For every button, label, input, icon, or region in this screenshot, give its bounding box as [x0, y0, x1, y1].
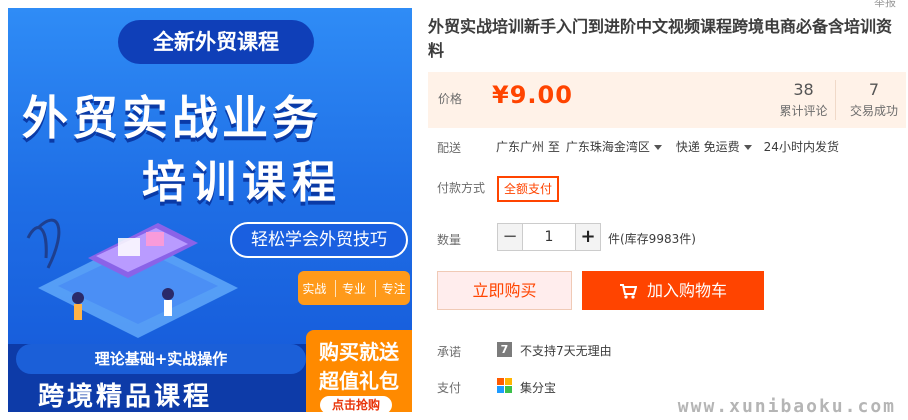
image-bottom-line2: 跨境精品课程: [38, 382, 213, 412]
price-box: 价格 ¥9.00 38 累计评论 7 交易成功: [428, 72, 906, 128]
price-label: 价格: [438, 92, 463, 106]
chevron-down-icon: [743, 145, 752, 150]
image-tags: 实战 专业 专注: [298, 271, 410, 305]
image-gift-badge: 购买就送 超值礼包 点击抢购: [306, 330, 412, 412]
delivery-to: 广东珠海金湾区: [565, 140, 650, 154]
image-tag: 专注: [374, 279, 406, 297]
gift-line2: 超值礼包: [319, 369, 399, 393]
payment-label: 付款方式: [437, 181, 486, 195]
quantity-label: 数量: [437, 233, 462, 247]
gift-line1: 购买就送: [319, 340, 399, 364]
pay-service-text: 集分宝: [520, 381, 557, 395]
delivery-time: 24小时内发货: [763, 140, 839, 154]
delivery-row: 广东广州 至 广东珠海金湾区 快递 免运费 24小时内发货: [496, 138, 839, 155]
seven-day-icon: 7: [497, 342, 512, 357]
quantity-plus-button[interactable]: +: [575, 223, 601, 251]
delivery-destination[interactable]: 广东珠海金湾区: [566, 138, 662, 155]
quantity-minus-button[interactable]: −: [497, 223, 523, 251]
delivery-method: 快递 免运费: [675, 140, 740, 154]
product-main-image[interactable]: 全新外贸课程 外贸实战业务 培训课程 轻松学会外贸技巧 实战 专业 专注 理论基…: [8, 8, 412, 412]
jifenbao-icon: [497, 378, 512, 393]
report-link[interactable]: 举报: [874, 0, 896, 10]
delivery-label: 配送: [437, 141, 462, 155]
image-top-banner: 全新外贸课程: [118, 20, 314, 64]
deals-stat: 7 交易成功: [842, 80, 906, 120]
deals-count: 7: [868, 80, 880, 99]
product-title: 外贸实战培训新手入门到进阶中文视频课程跨境电商必备含培训资料: [428, 17, 893, 60]
image-tag: 实战: [302, 281, 327, 296]
image-title-line1: 外贸实战业务: [22, 91, 322, 145]
cart-icon: [619, 283, 637, 299]
isometric-illustration: [26, 218, 238, 338]
reviews-label: 累计评论: [779, 104, 828, 118]
image-tag: 专业: [334, 279, 366, 297]
quantity-input[interactable]: 1: [523, 223, 575, 251]
add-to-cart-label: 加入购物车: [646, 281, 727, 300]
delivery-from: 广东广州 至: [496, 140, 560, 154]
stock-text: 件(库存9983件): [608, 232, 696, 246]
pay-service-label: 支付: [437, 381, 462, 395]
quantity-stepper: − 1 +: [497, 223, 601, 251]
promise-label: 承诺: [437, 345, 462, 359]
chevron-down-icon: [653, 145, 662, 150]
price-value: ¥9.00: [492, 81, 573, 109]
buy-now-button[interactable]: 立即购买: [437, 271, 572, 310]
reviews-count: 38: [793, 80, 814, 99]
image-bottom-line1: 理论基础+实战操作: [16, 344, 306, 374]
delivery-method-select[interactable]: 快递 免运费: [676, 138, 752, 155]
watermark: www.xunibaoku.com: [677, 396, 896, 417]
promise-text: 不支持7天无理由: [520, 344, 612, 358]
image-pill-text: 轻松学会外贸技巧: [230, 222, 408, 258]
reviews-stat[interactable]: 38 累计评论: [772, 80, 836, 120]
gift-cta: 点击抢购: [320, 396, 392, 412]
add-to-cart-button[interactable]: 加入购物车: [582, 271, 764, 310]
product-page: 全新外贸课程 外贸实战业务 培训课程 轻松学会外贸技巧 实战 专业 专注 理论基…: [0, 0, 908, 420]
deals-label: 交易成功: [849, 104, 898, 118]
payment-option-full[interactable]: 全额支付: [497, 176, 559, 202]
